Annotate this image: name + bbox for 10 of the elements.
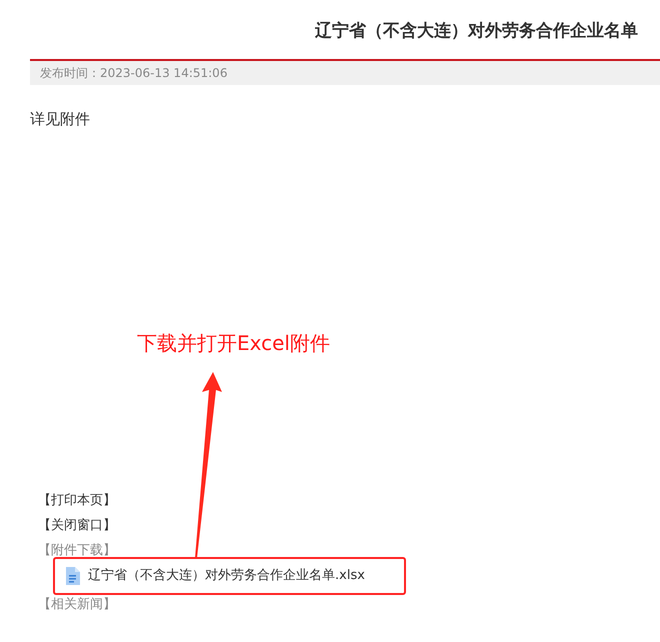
- related-news-heading: 【相关新闻】: [38, 596, 116, 614]
- page-action-link[interactable]: 【关闭窗口】: [38, 513, 116, 538]
- annotation-text: 下载并打开Excel附件: [137, 330, 330, 356]
- document-icon: [66, 567, 80, 585]
- publish-time: 发布时间：2023-06-13 14:51:06: [40, 65, 228, 82]
- page-action-link[interactable]: 【打印本页】: [38, 488, 116, 513]
- article-body: 详见附件: [30, 109, 90, 130]
- article-title: 辽宁省（不含大连）对外劳务合作企业名单: [315, 20, 638, 43]
- attachment-link[interactable]: 辽宁省（不含大连）对外劳务合作企业名单.xlsx: [88, 567, 365, 585]
- attachments-heading: 【附件下载】: [38, 542, 116, 560]
